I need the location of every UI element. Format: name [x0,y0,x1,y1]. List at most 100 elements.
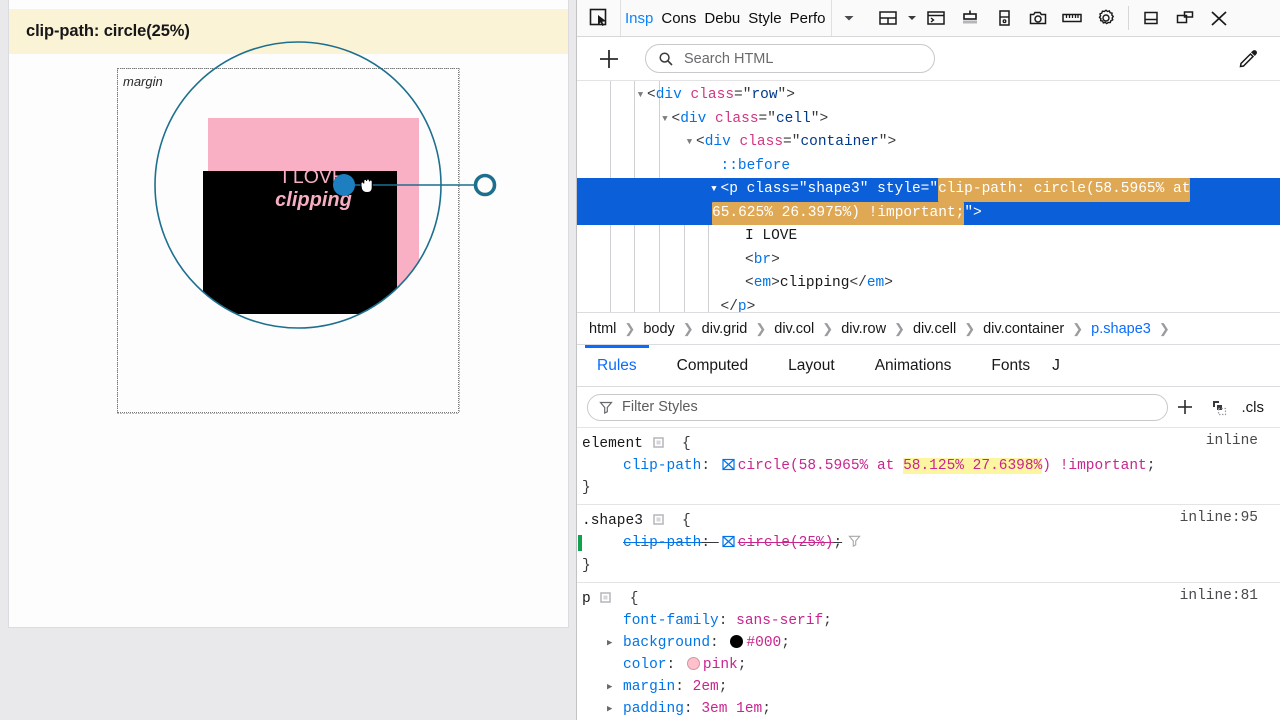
css-value-suffix[interactable]: ) [1042,458,1051,474]
css-declaration[interactable]: ▶ margin: 2em; [577,676,1280,698]
css-declaration[interactable]: clip-path: circle(25%); [577,532,1280,555]
css-declaration[interactable]: font-family: sans-serif; [577,610,1280,632]
css-property-name[interactable]: padding [623,701,684,717]
class-panel-toggle[interactable]: .cls [1236,399,1271,416]
markup-row[interactable]: </p > [577,296,1280,313]
sidebar-tabstrip[interactable]: Rules Computed Layout Animations Fonts J [577,344,1280,387]
color-swatch-icon[interactable] [686,657,700,670]
selector-highlighter-icon[interactable] [643,433,673,455]
css-selector[interactable]: p [582,588,591,610]
devtools-tabstrip[interactable]: Insp Cons Debu Style Perfo [621,0,829,36]
markup-row[interactable]: < br > [577,249,1280,273]
tab-layout[interactable]: Layout [768,345,855,387]
tab-animations[interactable]: Animations [855,345,972,387]
breadcrumb-item-p-shape3[interactable]: p.shape3 [1089,321,1153,337]
breadcrumb-item-div-row[interactable]: div.row [839,321,888,337]
css-rule-source[interactable]: inline:81 [1180,588,1258,604]
css-property-name[interactable]: margin [623,679,675,695]
breadcrumb-item-div-col[interactable]: div.col [772,321,816,337]
css-property-name[interactable]: clip-path [623,458,701,474]
markup-token-hl[interactable]: clip-path: circle(58.5965% at [938,178,1191,202]
tab-console[interactable]: Cons [657,0,700,36]
dock-bottom-icon[interactable] [1134,0,1168,36]
markup-row[interactable]: I LOVE [577,225,1280,249]
css-value-highlight[interactable]: 58.125% 27.6398% [903,458,1043,474]
breadcrumb[interactable]: html ❯ body ❯ div.grid ❯ div.col ❯ div.row ❯ div.c… [577,312,1280,345]
search-html-field[interactable] [645,44,935,73]
css-rule-source[interactable]: inline [1206,433,1258,449]
clip-radius-handle[interactable] [473,173,497,197]
css-property-value[interactable]: #000 [746,635,781,651]
filter-swatch-icon[interactable] [848,533,861,555]
css-selector[interactable]: .shape3 [582,510,643,532]
element-picker-icon[interactable] [577,0,621,36]
markup-row[interactable]: ▼ < div class =" row "> [577,84,1280,108]
breadcrumb-item-div-grid[interactable]: div.grid [700,321,750,337]
no-javascript-icon[interactable] [953,0,987,36]
tab-computed[interactable]: Computed [657,345,769,387]
css-property-value[interactable]: pink [703,657,738,673]
twisty-closed-icon[interactable]: ▶ [607,698,618,720]
markup-row[interactable]: ▼ < div class =" cell "> [577,108,1280,132]
eyedropper-icon[interactable] [1230,41,1266,77]
split-console-icon[interactable] [919,0,953,36]
breadcrumb-item-div-cell[interactable]: div.cell [911,321,958,337]
color-swatch-icon[interactable] [730,635,744,648]
css-property-name[interactable]: background [623,635,710,651]
page-canvas[interactable]: clip-path: circle(25%) margin I LOVE cli… [9,0,568,627]
css-property-value[interactable]: sans-serif [736,613,823,629]
twisty-open-icon[interactable]: ▼ [708,178,721,202]
twisty-open-icon[interactable]: ▼ [683,131,696,155]
css-rule-source[interactable]: inline:95 [1180,510,1258,526]
chevron-down-icon[interactable] [831,0,865,36]
shape3-element[interactable]: I LOVE clipping [203,118,419,314]
css-declaration[interactable]: clip-path: circle(58.5965% at 58.125% 27… [577,455,1280,477]
close-icon[interactable] [1202,0,1236,36]
responsive-design-mode-icon[interactable] [987,0,1021,36]
breadcrumb-item-html[interactable]: html [587,321,618,337]
css-property-value[interactable]: circle(25%) [738,535,834,551]
tab-rules[interactable]: Rules [577,344,657,387]
responsive-layout-icon[interactable] [871,0,905,36]
search-input[interactable] [682,49,922,68]
css-selector[interactable]: element [582,433,643,455]
twisty-open-icon[interactable]: ▼ [634,84,647,108]
screenshot-camera-icon[interactable] [1021,0,1055,36]
breadcrumb-item-body[interactable]: body [641,321,676,337]
css-rules-list[interactable]: element {inline clip-path: circle(58.5965… [577,428,1280,720]
filter-styles-field[interactable] [587,393,1168,421]
css-property-value[interactable]: 3em 1em [701,701,762,717]
markup-token-hl[interactable]: 65.625% 26.3975%) !important; [712,201,965,225]
tab-style-editor[interactable]: Style [744,0,785,36]
twisty-open-icon[interactable]: ▼ [659,108,672,132]
tab-performance[interactable]: Perfo [786,0,830,36]
pseudo-class-panel-icon[interactable] [1202,390,1236,424]
markup-row[interactable]: ▼ < div class =" container "> [577,131,1280,155]
markup-tree[interactable]: ▼ < div class =" row "> ▼ < div class =" cell "> ▼ < d… [577,81,1280,312]
css-declaration[interactable]: color: pink; [577,654,1280,676]
twisty-closed-icon[interactable]: ▶ [607,676,618,698]
filter-input[interactable] [620,398,1156,416]
settings-gear-icon[interactable] [1089,0,1123,36]
css-property-value[interactable]: circle(58.5965% at [738,458,903,474]
css-declaration[interactable]: ▶ padding: 3em 1em; [577,698,1280,720]
tab-debugger[interactable]: Debu [700,0,744,36]
tab-overflow-partial[interactable]: J [1050,345,1062,387]
plus-icon[interactable] [591,41,627,77]
add-rule-plus-icon[interactable] [1168,390,1202,424]
shape-swatch-icon[interactable] [719,458,738,474]
tab-fonts[interactable]: Fonts [971,345,1050,387]
dock-side-icon[interactable] [1168,0,1202,36]
selector-highlighter-icon[interactable] [643,510,673,532]
css-declaration[interactable]: ▶ background: #000; [577,632,1280,654]
css-property-value[interactable]: 2em [693,679,719,695]
measure-ruler-icon[interactable] [1055,0,1089,36]
tab-inspector[interactable]: Insp [621,0,657,36]
css-property-name[interactable]: color [623,657,667,673]
twisty-closed-icon[interactable]: ▶ [607,632,618,654]
css-property-name[interactable]: font-family [623,613,719,629]
layout-dropdown-chevron-icon[interactable] [905,0,919,36]
shape-swatch-icon[interactable] [719,535,738,551]
markup-row[interactable]: < em > clipping </em > [577,272,1280,296]
css-property-name[interactable]: clip-path [623,535,701,551]
